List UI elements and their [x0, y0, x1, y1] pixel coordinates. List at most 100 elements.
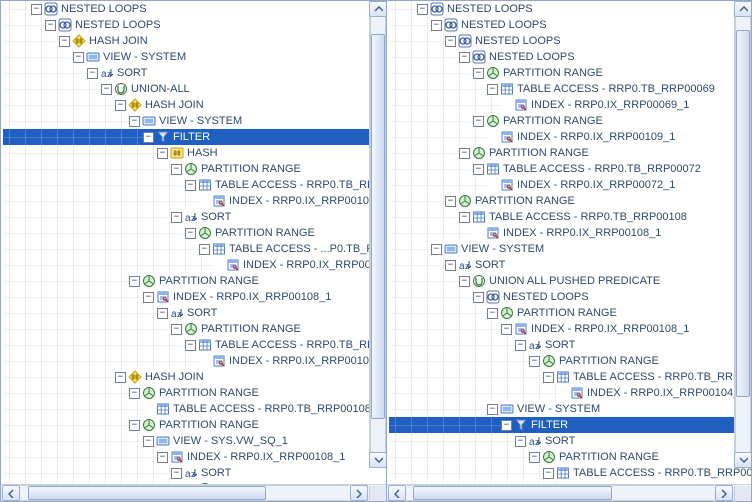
expander-icon[interactable]: −	[473, 116, 484, 127]
tree-row[interactable]: −INDEX - RRP0.IX_RRP00108_1	[3, 289, 386, 305]
expander-icon[interactable]: −	[185, 228, 196, 239]
expander-icon[interactable]: −	[143, 132, 154, 143]
scroll-track[interactable]	[21, 485, 349, 501]
horizontal-scrollbar[interactable]	[387, 484, 751, 501]
tree-row[interactable]: −VIEW - SYSTEM	[389, 401, 751, 417]
expander-icon[interactable]: −	[185, 180, 196, 191]
expander-icon[interactable]: −	[417, 4, 428, 15]
tree-viewport[interactable]: −NESTED LOOPS−NESTED LOOPS−HASH JOIN−VIE…	[1, 1, 386, 484]
expander-icon[interactable]: −	[129, 388, 140, 399]
scroll-thumb[interactable]	[736, 30, 750, 397]
tree-row[interactable]: −NESTED LOOPS	[389, 33, 751, 49]
expander-icon[interactable]: −	[445, 196, 456, 207]
tree-row[interactable]: INDEX - RRP0.IX_RRP00108_1	[389, 225, 751, 241]
tree-row[interactable]: −TABLE ACCESS - RRP0.TB_RRP00104	[389, 369, 751, 385]
tree-row[interactable]: −NESTED LOOPS	[389, 289, 751, 305]
tree-row[interactable]: −NESTED LOOPS	[389, 17, 751, 33]
tree-row[interactable]: −TABLE ACCESS - RRP0.TB_RRP00072	[389, 161, 751, 177]
tree-row[interactable]: −SORT	[3, 209, 386, 225]
vertical-scrollbar[interactable]	[734, 1, 751, 468]
scroll-track[interactable]	[407, 485, 714, 501]
expander-icon[interactable]: −	[157, 452, 168, 463]
tree-row[interactable]: −PARTITION RANGE	[389, 65, 751, 81]
tree-row[interactable]: −PARTITION RANGE	[3, 273, 386, 289]
tree-row[interactable]: −VIEW - SYSTEM	[3, 113, 386, 129]
scroll-track[interactable]	[370, 17, 386, 452]
tree-row[interactable]: TABLE ACCESS - RRP0.TB_RRP00108	[3, 401, 386, 417]
expander-icon[interactable]: −	[115, 372, 126, 383]
expander-icon[interactable]: −	[185, 484, 196, 485]
expander-icon[interactable]: −	[129, 420, 140, 431]
tree-viewport[interactable]: −NESTED LOOPS−NESTED LOOPS−NESTED LOOPS−…	[387, 1, 751, 484]
expander-icon[interactable]: −	[73, 52, 84, 63]
expander-icon[interactable]: −	[557, 484, 568, 485]
scroll-right-button[interactable]	[715, 485, 733, 501]
expander-icon[interactable]: −	[487, 308, 498, 319]
tree-row[interactable]: −VIEW - SYSTEM	[3, 49, 386, 65]
expander-icon[interactable]: −	[171, 324, 182, 335]
expander-icon[interactable]: −	[59, 36, 70, 47]
expander-icon[interactable]: −	[459, 276, 470, 287]
tree-row[interactable]: INDEX - RRP0.IX_RRP00104_1	[389, 385, 751, 401]
tree-row[interactable]: −TABLE ACCESS - RRP0.TB_RRP00108	[3, 177, 386, 193]
tree-row[interactable]: −TABLE ACCESS - RRP0.TB_RRP00104	[3, 337, 386, 353]
tree-row[interactable]: −VIEW - SYS.VW_SQ_1	[3, 433, 386, 449]
scroll-down-button[interactable]	[734, 452, 751, 468]
tree-row[interactable]: −TABLE ACCESS - ...P0.TB_RRP00104	[3, 241, 386, 257]
tree-row[interactable]: −FILTER	[389, 417, 751, 433]
tree-row[interactable]: INDEX - RRP0.IX_RRP00109_1	[389, 129, 751, 145]
tree-row[interactable]: −NESTED LOOPS	[3, 17, 386, 33]
tree-row[interactable]: −SORT	[3, 65, 386, 81]
tree-row[interactable]: −NESTED LOOPS	[389, 49, 751, 65]
tree-row[interactable]: −PARTITION RANGE	[389, 353, 751, 369]
tree-row[interactable]: −PARTITION RANGE	[3, 417, 386, 433]
tree-row[interactable]: −SORT	[389, 481, 751, 484]
expander-icon[interactable]: −	[143, 436, 154, 447]
tree-row[interactable]: −HASH JOIN	[3, 33, 386, 49]
expander-icon[interactable]: −	[129, 276, 140, 287]
expander-icon[interactable]: −	[473, 68, 484, 79]
tree-row[interactable]: −PARTITION RANGE	[389, 113, 751, 129]
expander-icon[interactable]: −	[515, 340, 526, 351]
expander-icon[interactable]: −	[501, 324, 512, 335]
vertical-scrollbar[interactable]	[369, 1, 386, 468]
expander-icon[interactable]: −	[115, 100, 126, 111]
expander-icon[interactable]: −	[101, 84, 112, 95]
tree-row[interactable]: −SORT	[389, 433, 751, 449]
tree-row[interactable]: −FILTER	[3, 129, 386, 145]
scroll-thumb[interactable]	[28, 486, 266, 500]
tree-row[interactable]: −PARTITION RANGE	[389, 145, 751, 161]
tree-row[interactable]: −INDEX - RRP0.IX_RRP00108_1	[389, 321, 751, 337]
expander-icon[interactable]: −	[487, 404, 498, 415]
tree-row[interactable]: −SORT	[3, 305, 386, 321]
expander-icon[interactable]: −	[473, 292, 484, 303]
tree-row[interactable]: −TABLE ACCESS - RRP0.TB_RRP00108	[389, 465, 751, 481]
tree-row[interactable]: −UNION-ALL	[3, 81, 386, 97]
expander-icon[interactable]: −	[529, 452, 540, 463]
expander-icon[interactable]: −	[543, 468, 554, 479]
tree-row[interactable]: −VIEW - SYSTEM	[389, 241, 751, 257]
tree-row[interactable]: −UNION ALL PUSHED PREDICATE	[389, 273, 751, 289]
tree-row[interactable]: −PARTITION RANGE	[3, 321, 386, 337]
expander-icon[interactable]: −	[157, 308, 168, 319]
expander-icon[interactable]: −	[487, 84, 498, 95]
expander-icon[interactable]: −	[501, 420, 512, 431]
expander-icon[interactable]: −	[459, 212, 470, 223]
expander-icon[interactable]: −	[45, 20, 56, 31]
tree-row[interactable]: INDEX - RRP0.IX_RRP00072_1	[389, 177, 751, 193]
tree-row[interactable]: INDEX - RRP0.IX_RRP00104_1	[3, 353, 386, 369]
expander-icon[interactable]: −	[515, 436, 526, 447]
tree-row[interactable]: −TABLE ACCESS - RRP0.TB_RRP00069	[389, 81, 751, 97]
expander-icon[interactable]: −	[157, 148, 168, 159]
expander-icon[interactable]: −	[445, 36, 456, 47]
tree-row[interactable]: −HASH JOIN	[3, 97, 386, 113]
tree-row[interactable]: −SORT	[3, 465, 386, 481]
scroll-track[interactable]	[735, 17, 751, 452]
horizontal-scrollbar[interactable]	[1, 484, 386, 501]
tree-row[interactable]: −PARTITION RANGE	[3, 481, 386, 484]
scroll-left-button[interactable]	[2, 485, 20, 501]
expander-icon[interactable]: −	[171, 164, 182, 175]
tree-row[interactable]: INDEX - RRP0.IX_RRP00069_1	[389, 97, 751, 113]
scroll-down-button[interactable]	[369, 452, 386, 468]
tree-row[interactable]: −SORT	[389, 257, 751, 273]
